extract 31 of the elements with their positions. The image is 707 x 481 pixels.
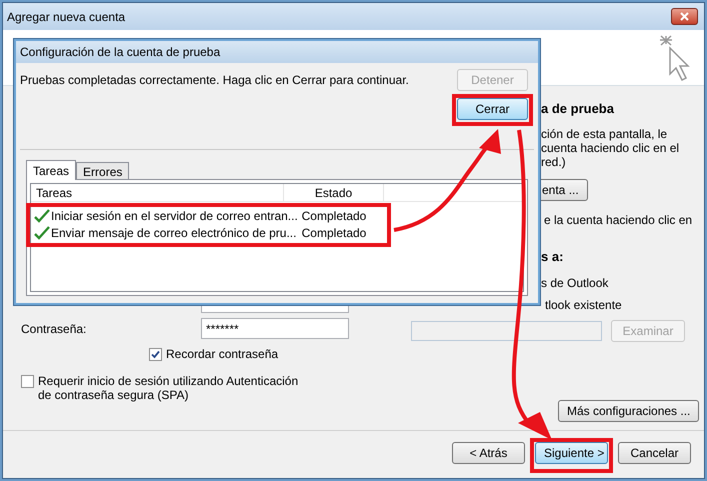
section-heading: s a:	[541, 248, 564, 266]
description-line: red.)	[541, 154, 567, 168]
close-icon	[680, 12, 689, 21]
option-label: tlook existente	[545, 297, 623, 314]
more-settings-button[interactable]: Más configuraciones ...	[558, 400, 700, 422]
remember-checkbox[interactable]	[149, 348, 162, 360]
dialog-title: Configuración de la cuenta de prueba	[20, 44, 220, 61]
description-line: ción de esta pantalla, le	[541, 126, 668, 140]
option-label: s de Outlook	[541, 275, 610, 292]
nav-button[interactable]: Cancelar	[618, 442, 691, 464]
hint-text: e la cuenta haciendo clic en	[544, 212, 694, 228]
task-name: Enviar mensaje de correo electrónico de pru...	[51, 224, 296, 242]
nav-button[interactable]: Siguiente >	[535, 442, 608, 464]
column-header: Tareas	[31, 184, 284, 201]
remember-label: Recordar contraseña	[166, 346, 278, 363]
column-header: Estado	[284, 184, 384, 201]
password-field[interactable]: *******	[201, 318, 349, 339]
tab[interactable]: Tareas	[26, 160, 76, 180]
window-title: Agregar nueva cuenta	[7, 8, 126, 26]
section-heading: a de prueba	[541, 100, 615, 118]
spa-label: Requerir inicio de sesión utilizando Autenticación de contraseña segura (SPA)	[38, 374, 300, 402]
close-dialog-button[interactable]: Cerrar	[457, 98, 528, 120]
status-message: Pruebas completadas correctamente. Haga clic en Cerrar para continuar.	[20, 72, 409, 89]
nav-button[interactable]: < Atrás	[452, 442, 525, 464]
password-label: Contraseña:	[21, 320, 88, 338]
file-path-field[interactable]	[411, 321, 602, 341]
close-button[interactable]	[671, 8, 698, 25]
description-line: cuenta haciendo clic en el	[541, 140, 680, 154]
tab[interactable]: Errores	[76, 162, 130, 179]
task-name: Iniciar sesión en el servidor de correo entran...	[51, 208, 298, 224]
spa-checkbox[interactable]	[21, 375, 34, 388]
